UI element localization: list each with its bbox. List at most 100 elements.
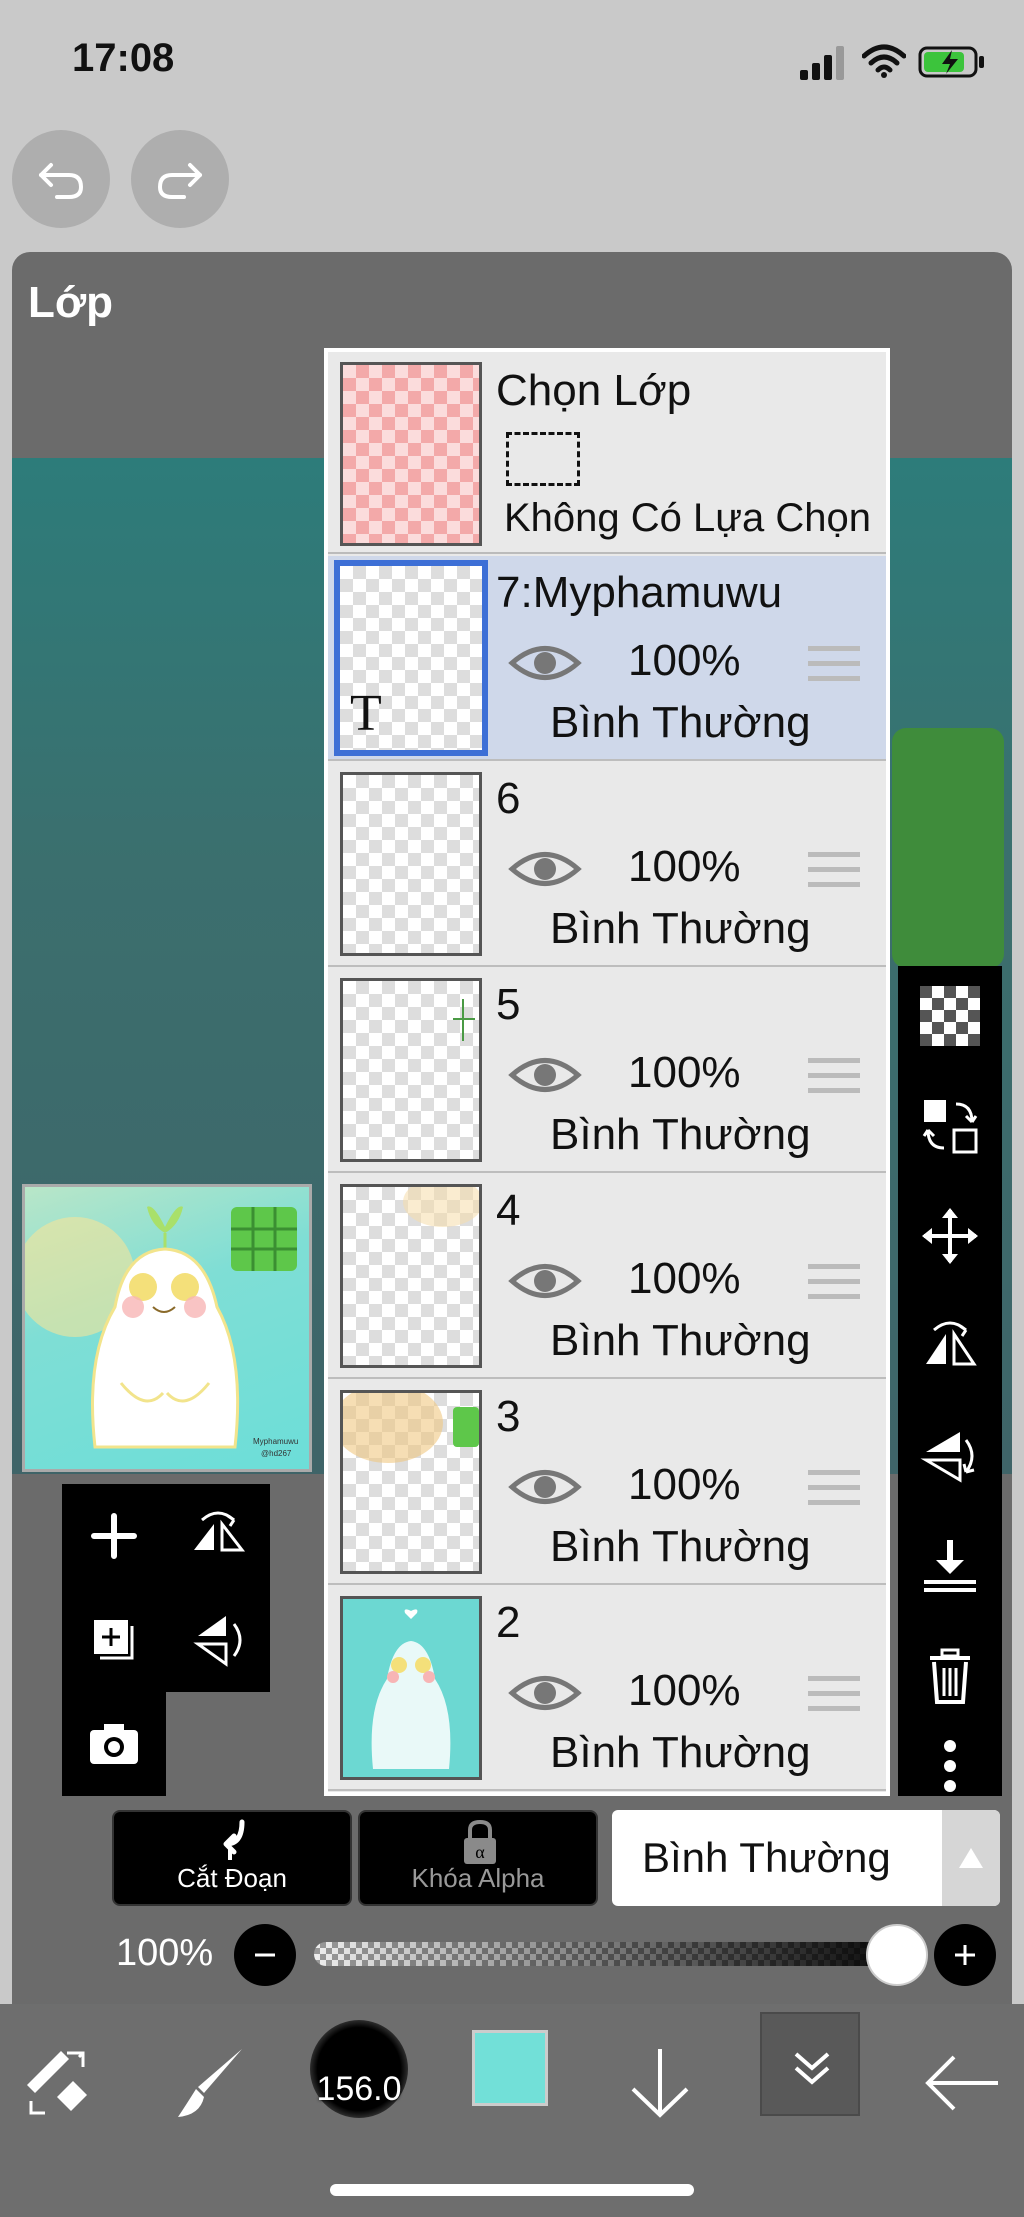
flip-vertical-icon[interactable] [920, 1426, 980, 1486]
clipping-label: Cắt Đoạn [177, 1863, 287, 1893]
blend-mode-value: Bình Thường [642, 1834, 891, 1881]
eye-icon[interactable] [508, 638, 582, 688]
layer-blend-mode: Bình Thường [550, 1316, 811, 1365]
transform-tool-icon [27, 2051, 87, 2115]
flip-horizontal-icon [194, 1511, 246, 1552]
layer-thumbnail [340, 1184, 482, 1368]
thumbnail-handle: @hd267 [261, 1449, 292, 1458]
drag-handle-icon[interactable] [808, 1466, 860, 1510]
flip-vertical-button[interactable] [166, 1588, 270, 1692]
layer-content-glow [403, 1187, 479, 1227]
layer-content-mark [453, 999, 475, 1041]
merge-down-icon[interactable] [920, 1536, 980, 1596]
eye-icon[interactable] [508, 1462, 582, 1512]
opacity-slider-knob[interactable] [866, 1924, 928, 1986]
clipping-button[interactable]: Cắt Đoạn [112, 1810, 352, 1906]
redo-button[interactable] [131, 130, 229, 228]
duplicate-layer-button[interactable] [62, 1588, 166, 1692]
color-swatch-button[interactable] [472, 2030, 548, 2106]
canvas-green-shape [892, 728, 1004, 968]
checkerboard-icon[interactable] [920, 986, 980, 1046]
eye-icon[interactable] [508, 1256, 582, 1306]
svg-text:α: α [475, 1842, 485, 1862]
thumbnail-artwork [25, 1206, 297, 1449]
selection-layer-title: Chọn Lớp [496, 366, 692, 415]
trash-icon[interactable] [920, 1646, 980, 1706]
eye-icon[interactable] [508, 844, 582, 894]
thumbnail-signature: Myphamuwu [253, 1437, 299, 1446]
undo-icon [39, 163, 84, 199]
brush-tool-button[interactable] [160, 2028, 260, 2138]
layer-opacity: 100% [628, 1460, 741, 1509]
undo-button[interactable] [12, 130, 110, 228]
layer-row-2[interactable]: 2 100% Bình Thường [328, 1586, 886, 1791]
selection-marquee-icon [506, 432, 580, 486]
wifi-icon [862, 44, 906, 78]
arrow-left-icon [925, 2055, 998, 2111]
layer-row-3[interactable]: 3 100% Bình Thường [328, 1380, 886, 1585]
alpha-lock-button[interactable]: α Khóa Alpha [358, 1810, 598, 1906]
selection-layer-thumbnail [340, 362, 482, 546]
clipping-arrow-icon [223, 1819, 245, 1860]
opacity-decrease-button[interactable] [234, 1924, 296, 1986]
move-icon[interactable] [920, 1206, 980, 1266]
layer-name: 4 [496, 1186, 521, 1235]
layer-row-7[interactable]: T 7:Myphamuwu 100% Bình Thường [328, 556, 886, 761]
drag-handle-icon[interactable] [808, 848, 860, 892]
layer-content-green [453, 1407, 479, 1447]
eye-icon[interactable] [508, 1668, 582, 1718]
status-time: 17:08 [72, 36, 175, 80]
drag-handle-icon[interactable] [808, 1260, 860, 1304]
text-layer-icon: T [350, 685, 382, 742]
camera-icon [90, 1724, 138, 1764]
layer-thumbnail [340, 978, 482, 1162]
battery-charging-icon [918, 46, 984, 78]
back-button[interactable] [920, 2028, 1004, 2138]
camera-button[interactable] [62, 1692, 166, 1796]
drag-handle-icon[interactable] [808, 1054, 860, 1098]
plus-icon [91, 1513, 137, 1559]
home-indicator [330, 2184, 694, 2196]
layer-name: 3 [496, 1392, 521, 1441]
layer-transfer-icon[interactable] [920, 1096, 980, 1156]
blend-mode-select[interactable]: Bình Thường [612, 1810, 1000, 1906]
opacity-increase-button[interactable] [934, 1924, 996, 1986]
layer-blend-mode: Bình Thường [550, 1522, 811, 1571]
layer-panel: Lớp Myphamuwu @hd267 Chọn Lớp Không Có L… [12, 252, 1012, 2004]
layer-thumbnail: T [334, 560, 488, 756]
flip-horizontal-icon[interactable] [920, 1316, 980, 1376]
layer-content-glow [343, 1393, 443, 1463]
minus-icon [255, 1953, 275, 1957]
blend-mode-arrow[interactable] [942, 1810, 1000, 1906]
drag-handle-icon[interactable] [808, 1672, 860, 1716]
layer-opacity: 100% [628, 1048, 741, 1097]
flip-horizontal-button[interactable] [166, 1484, 270, 1588]
layer-thumbnail [340, 1390, 482, 1574]
transform-tool-button[interactable] [14, 2028, 104, 2138]
redo-icon [157, 163, 202, 199]
drag-handle-icon[interactable] [808, 642, 860, 686]
layer-content-art [371, 1609, 451, 1769]
panel-title: Lớp [28, 278, 114, 327]
layer-blend-mode: Bình Thường [550, 904, 811, 953]
layer-row-5[interactable]: 5 100% Bình Thường [328, 968, 886, 1173]
add-layer-button[interactable] [62, 1484, 166, 1588]
layer-opacity: 100% [628, 1254, 741, 1303]
layer-name: 6 [496, 774, 521, 823]
opacity-slider[interactable] [314, 1942, 920, 1966]
layer-blend-mode: Bình Thường [550, 698, 811, 747]
eye-icon[interactable] [508, 1050, 582, 1100]
more-options-icon[interactable] [920, 1736, 980, 1796]
layer-thumbnail [340, 1596, 482, 1780]
layer-opacity: 100% [628, 1666, 741, 1715]
layers-toggle-button[interactable] [760, 2012, 860, 2116]
canvas-thumbnail[interactable]: Myphamuwu @hd267 [22, 1184, 312, 1472]
status-bar: 17:08 [0, 0, 1024, 130]
layer-thumbnail [340, 772, 482, 956]
layer-row-6[interactable]: 6 100% Bình Thường [328, 762, 886, 967]
arrow-down-icon [631, 2049, 689, 2118]
move-down-button[interactable] [620, 2028, 700, 2138]
layer-name: 7:Myphamuwu [496, 568, 783, 617]
layer-row-4[interactable]: 4 100% Bình Thường [328, 1174, 886, 1379]
selection-layer-row[interactable]: Chọn Lớp Không Có Lựa Chọn [328, 352, 886, 554]
